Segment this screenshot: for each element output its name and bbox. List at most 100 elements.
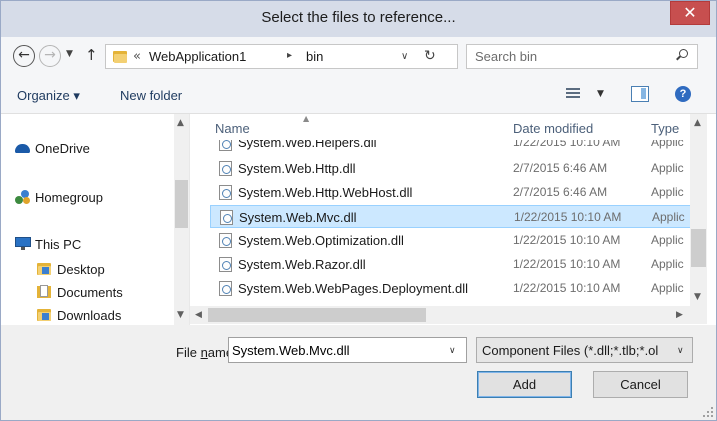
dialog-title: Select the files to reference... (261, 9, 456, 26)
chevron-down-icon[interactable]: ∨ (449, 346, 456, 356)
search-placeholder: Search bin (475, 49, 538, 64)
file-type: Applic (651, 185, 684, 199)
table-row-selected[interactable]: System.Web.Mvc.dll 1/22/2015 10:10 AM Ap… (210, 205, 691, 228)
file-type: Applic (651, 281, 684, 295)
nav-item-label: OneDrive (35, 141, 90, 156)
documents-folder-icon (37, 285, 53, 299)
file-type-filter[interactable]: Component Files (*.dll;*.tlb;*.ol ∨ (476, 337, 693, 363)
file-date: 2/7/2015 6:46 AM (513, 161, 608, 175)
dialog-footer: File name: ∨ Component Files (*.dll;*.tl… (1, 325, 716, 420)
table-row[interactable]: System.Web.WebPages.Deployment.dll 1/22/… (210, 277, 691, 300)
view-options-icon[interactable] (566, 88, 580, 100)
table-row[interactable]: System.Web.Http.WebHost.dll 2/7/2015 6:4… (210, 181, 691, 204)
view-dropdown-icon[interactable]: ▼ (597, 89, 604, 99)
file-dialog: Select the files to reference... ✕ ← → ▼… (0, 0, 717, 421)
forward-icon[interactable]: → (39, 45, 61, 67)
resize-grip-icon[interactable] (703, 407, 713, 417)
scroll-corner (690, 306, 707, 324)
scroll-left-icon[interactable]: ◀ (195, 310, 202, 320)
help-icon[interactable]: ? (675, 86, 691, 102)
up-folder-icon[interactable]: ↑ (85, 46, 98, 64)
table-row[interactable]: System.Web.Optimization.dll 1/22/2015 10… (210, 229, 691, 252)
dll-file-icon (219, 281, 232, 296)
refresh-icon[interactable]: ↻ (424, 48, 436, 64)
close-button[interactable]: ✕ (670, 1, 710, 25)
column-header-type[interactable]: Type (651, 121, 679, 136)
nav-scroll-thumb[interactable] (175, 180, 188, 228)
file-name: System.Web.Optimization.dll (238, 233, 404, 248)
file-name: System.Web.Http.dll (238, 161, 356, 176)
cloud-icon (15, 144, 30, 153)
file-name: System.Web.Helpers.dll (238, 140, 377, 150)
file-name: System.Web.WebPages.Deployment.dll (238, 281, 469, 296)
homegroup-icon (15, 190, 31, 204)
file-date: 1/22/2015 10:10 AM (513, 233, 621, 247)
file-type: Applic (652, 210, 685, 224)
vertical-scroll-thumb[interactable] (691, 229, 706, 267)
new-folder-button[interactable]: New folder (120, 88, 182, 103)
search-input[interactable]: Search bin (466, 44, 698, 69)
scroll-down-icon[interactable]: ▼ (177, 310, 184, 320)
file-date: 1/22/2015 10:10 AM (513, 257, 621, 271)
breadcrumb-webapplication1[interactable]: WebApplication1 (149, 49, 246, 64)
recent-locations-icon[interactable]: ▼ (66, 49, 73, 59)
file-name-field[interactable]: ∨ (228, 337, 467, 363)
organize-button[interactable]: Organize ▾ (17, 88, 80, 104)
nav-scrollbar[interactable]: ▲ ▼ (174, 114, 189, 325)
dll-file-icon (219, 140, 232, 151)
breadcrumb-bin[interactable]: bin (306, 49, 323, 64)
file-type: Applic (651, 257, 684, 271)
title-bar: Select the files to reference... ✕ (1, 1, 716, 37)
cancel-button[interactable]: Cancel (593, 371, 688, 398)
chevron-down-icon[interactable]: ∨ (677, 346, 684, 356)
file-type: Applic (651, 233, 684, 247)
scroll-up-icon[interactable]: ▲ (177, 118, 184, 128)
search-icon[interactable] (675, 48, 689, 62)
breadcrumb-overflow-icon[interactable]: « (133, 49, 141, 64)
preview-pane-icon[interactable] (631, 86, 649, 102)
file-date: 2/7/2015 6:46 AM (513, 185, 608, 199)
table-row[interactable]: System.Web.Helpers.dll 1/22/2015 10:10 A… (210, 140, 691, 154)
scroll-down-icon[interactable]: ▼ (694, 292, 701, 302)
file-date: 1/22/2015 10:10 AM (513, 281, 621, 295)
nav-item-label: Documents (57, 285, 123, 300)
file-name: System.Web.Http.WebHost.dll (238, 185, 413, 200)
nav-item-label: Downloads (57, 308, 122, 323)
file-name-input[interactable] (232, 341, 442, 359)
back-icon[interactable]: ← (13, 45, 35, 67)
folder-icon (37, 262, 53, 276)
table-row[interactable]: System.Web.Http.dll 2/7/2015 6:46 AM App… (210, 157, 691, 180)
command-bar: Organize ▾ New folder ▼ ? (1, 77, 716, 114)
file-name: System.Web.Mvc.dll (239, 210, 357, 225)
breadcrumb-separator-icon[interactable]: ▸ (287, 50, 292, 61)
dll-file-icon (219, 233, 232, 248)
dll-file-icon (220, 210, 233, 225)
folder-icon (113, 49, 127, 63)
downloads-folder-icon (37, 308, 53, 322)
file-type: Applic (651, 161, 684, 175)
address-row: ← → ▼ ↑ « WebApplication1 ▸ bin ∨ ↻ Sear… (1, 37, 716, 77)
file-date: 1/22/2015 10:10 AM (514, 210, 622, 224)
file-name: System.Web.Razor.dll (238, 257, 366, 272)
sort-ascending-icon: ▲ (303, 114, 310, 123)
dll-file-icon (219, 161, 232, 176)
dll-file-icon (219, 257, 232, 272)
breadcrumb[interactable]: « WebApplication1 ▸ bin ∨ ↻ (105, 44, 458, 69)
computer-icon (15, 237, 31, 251)
file-list-horizontal-scrollbar[interactable]: ◀ ▶ (190, 306, 690, 324)
nav-item-label: Homegroup (35, 190, 103, 205)
address-dropdown-icon[interactable]: ∨ (401, 51, 408, 62)
horizontal-scroll-thumb[interactable] (208, 308, 426, 322)
column-header-date[interactable]: Date modified (513, 121, 593, 136)
table-row[interactable]: System.Web.Razor.dll 1/22/2015 10:10 AM … (210, 253, 691, 276)
file-type: Applic (651, 140, 684, 149)
file-list: ▲ Name Date modified Type System.Web.Hel… (190, 114, 716, 325)
add-button[interactable]: Add (477, 371, 572, 398)
scroll-up-icon[interactable]: ▲ (694, 118, 701, 128)
nav-item-label: This PC (35, 237, 82, 252)
file-list-vertical-scrollbar[interactable]: ▲ ▼ (690, 114, 707, 306)
dll-file-icon (219, 185, 232, 200)
nav-item-label: Desktop (57, 262, 105, 277)
scroll-right-icon[interactable]: ▶ (676, 310, 683, 320)
column-header-name[interactable]: Name (215, 121, 250, 136)
